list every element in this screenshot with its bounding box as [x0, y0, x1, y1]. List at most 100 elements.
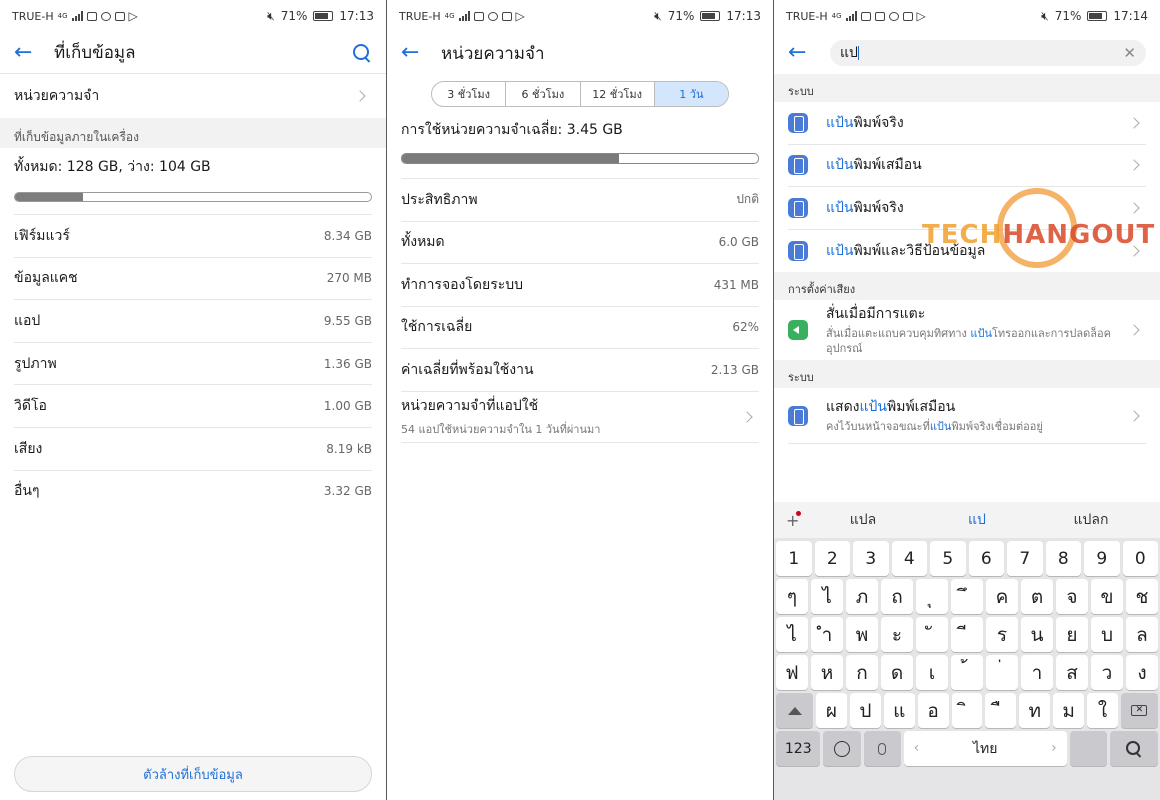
key[interactable]: ค [986, 579, 1018, 614]
suggestion-1[interactable]: แปล [806, 509, 920, 531]
key[interactable]: ภ [846, 579, 878, 614]
tab-time-range[interactable]: 6 ชั่วโมง [505, 82, 579, 106]
search-key[interactable] [1109, 731, 1159, 766]
key[interactable]: บ [1091, 617, 1123, 652]
key[interactable]: 0 [1122, 541, 1158, 576]
key[interactable]: ึ [951, 579, 983, 614]
key[interactable]: 2 [814, 541, 850, 576]
storage-category-row[interactable]: แอป 9.55 GB [14, 299, 372, 342]
shift-key[interactable] [776, 693, 814, 728]
key[interactable]: า [1021, 655, 1053, 690]
key[interactable]: 7 [1007, 541, 1043, 576]
key[interactable]: ด [881, 655, 913, 690]
chevron-right-icon [1128, 409, 1140, 422]
key[interactable]: ท [1019, 693, 1051, 728]
result-vibrate-on-touch[interactable]: สั่นเมื่อมีการแตะ สั่นเมื่อแตะแถบควบคุมท… [774, 300, 1160, 360]
key[interactable]: พ [846, 617, 878, 652]
clock: 17:13 [339, 9, 374, 23]
key[interactable]: ้ [951, 655, 983, 690]
search-result-keyboard[interactable]: แป้นพิมพ์จริง [774, 102, 1160, 145]
storage-cleaner-button[interactable]: ตัวล้างที่เก็บข้อมูล [14, 756, 372, 792]
key[interactable]: ั [916, 617, 948, 652]
key[interactable]: ำ [811, 617, 843, 652]
key[interactable]: ต [1021, 579, 1053, 614]
play-store-icon: ▷ [128, 9, 138, 23]
search-query: แป [840, 45, 858, 61]
search-input[interactable]: แป ✕ [830, 40, 1146, 66]
search-result-keyboard[interactable]: แป้นพิมพ์เสมือน [774, 145, 1160, 187]
key[interactable]: ุ [916, 579, 948, 614]
app-memory-link[interactable]: หน่วยความจำที่แอปใช้ 54 แอปใช้หน่วยความจ… [401, 390, 759, 443]
key[interactable]: ข [1091, 579, 1123, 614]
key[interactable]: ย [1056, 617, 1088, 652]
back-arrow-icon[interactable]: ← [14, 41, 44, 64]
suggestion-3[interactable]: แปลก [1034, 509, 1148, 531]
add-word-icon[interactable]: + [786, 510, 806, 530]
result-subtitle: สั่นเมื่อแตะแถบควบคุมทิศทาง แป้นโทรออกแล… [826, 327, 1111, 355]
key[interactable]: ช [1126, 579, 1158, 614]
key[interactable]: ื [985, 693, 1017, 728]
key[interactable]: ง [1126, 655, 1158, 690]
emoji-key[interactable] [823, 731, 861, 766]
key[interactable]: ม [1053, 693, 1085, 728]
key[interactable]: จ [1056, 579, 1088, 614]
key[interactable]: ่ [986, 655, 1018, 690]
key[interactable]: 9 [1084, 541, 1120, 576]
key[interactable]: ฟ [776, 655, 808, 690]
key[interactable]: ิ [951, 693, 983, 728]
back-arrow-icon[interactable]: ← [788, 42, 818, 64]
key[interactable]: ว [1091, 655, 1123, 690]
numbers-key[interactable]: 123 [776, 731, 821, 766]
key[interactable]: 3 [853, 541, 889, 576]
key[interactable]: ร [986, 617, 1018, 652]
key[interactable]: ก [846, 655, 878, 690]
storage-screen: TRUE-H 4G ▷ 🔇︎ 71% 17:13 ← ที่เก็บข้อมูล… [0, 0, 386, 800]
key[interactable]: ะ [881, 617, 913, 652]
key[interactable]: ห [811, 655, 843, 690]
suggestion-2[interactable]: แป [920, 509, 1034, 531]
memory-link[interactable]: หน่วยความจำ [0, 74, 386, 118]
key[interactable]: ไ [776, 617, 808, 652]
tab-time-range[interactable]: 12 ชั่วโมง [579, 82, 654, 106]
key[interactable]: 4 [891, 541, 927, 576]
stat-value: 431 MB [713, 277, 759, 292]
key[interactable]: 5 [930, 541, 966, 576]
key[interactable]: ไ [811, 579, 843, 614]
key[interactable]: อ [917, 693, 949, 728]
key[interactable]: ใ [1087, 693, 1118, 728]
storage-category-row[interactable]: เสียง 8.19 kB [14, 426, 372, 470]
key[interactable]: 6 [968, 541, 1004, 576]
search-icon[interactable] [352, 43, 372, 63]
key[interactable]: ี [951, 617, 983, 652]
category-size: 3.32 GB [323, 484, 372, 499]
key[interactable]: ๆ [776, 579, 808, 614]
result-show-virtual-keyboard[interactable]: แสดงแป้นพิมพ์เสมือน คงไว้บนหน้าจอขณะที่แ… [774, 388, 1160, 444]
key[interactable]: ล [1126, 617, 1158, 652]
storage-category-row[interactable]: อื่นๆ 3.32 GB [14, 469, 372, 513]
key[interactable]: 8 [1045, 541, 1081, 576]
backspace-key[interactable]: ✕ [1120, 693, 1158, 728]
back-arrow-icon[interactable]: ← [401, 42, 431, 64]
key-row-4: ฟหกดเ้่าสวง [774, 655, 1160, 690]
key[interactable]: เ [916, 655, 948, 690]
key[interactable]: ส [1056, 655, 1088, 690]
carrier-label: TRUE-H [399, 9, 441, 23]
tab-time-range[interactable]: 1 วัน [653, 82, 728, 106]
space-key[interactable]: ‹ ไทย › [903, 731, 1067, 766]
key[interactable]: แ [883, 693, 915, 728]
key[interactable]: 1 [776, 541, 812, 576]
period-key[interactable] [1069, 731, 1107, 766]
category-size: 1.36 GB [323, 356, 372, 371]
storage-category-row[interactable]: วิดีโอ 1.00 GB [14, 384, 372, 427]
storage-category-row[interactable]: รูปภาพ 1.36 GB [14, 341, 372, 385]
clear-icon[interactable]: ✕ [1123, 44, 1136, 62]
category-label: อื่นๆ [14, 483, 40, 500]
tab-time-range[interactable]: 3 ชั่วโมง [432, 82, 505, 106]
voice-key[interactable] [863, 731, 901, 766]
storage-category-row[interactable]: ข้อมูลแคช 270 MB [14, 256, 372, 300]
key[interactable]: น [1021, 617, 1053, 652]
key[interactable]: ผ [816, 693, 847, 728]
storage-category-row[interactable]: เฟิร์มแวร์ 8.34 GB [14, 214, 372, 257]
key[interactable]: ป [849, 693, 881, 728]
key[interactable]: ถ [881, 579, 913, 614]
